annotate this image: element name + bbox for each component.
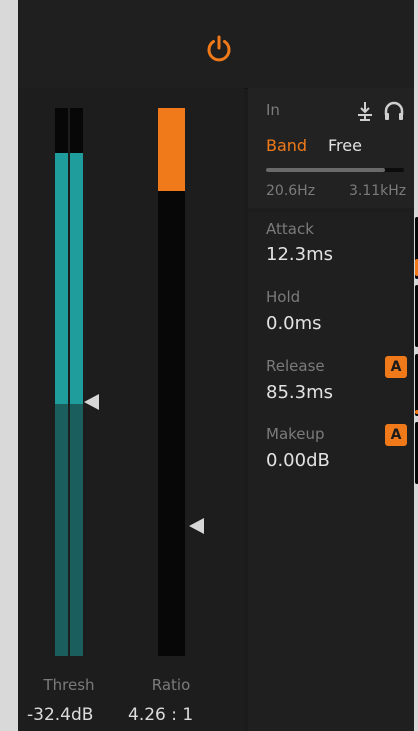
meter-channel-divider (68, 108, 70, 656)
frequency-range-fill (266, 168, 385, 172)
threshold-ratio-panel: Thresh Ratio -32.4dB 4.26 : 1 (18, 88, 244, 731)
attack-label: Attack (266, 220, 314, 238)
headphones-button[interactable] (383, 100, 405, 122)
ratio-label: Ratio (151, 676, 191, 694)
release-value[interactable]: 85.3ms (266, 382, 333, 403)
band-section: In Band Free 20.6Hz 3.11kHz (248, 88, 414, 208)
header-bar (18, 0, 414, 89)
makeup-value[interactable]: 0.00dB (266, 450, 330, 471)
ratio-handle[interactable] (189, 518, 204, 534)
compressor-plugin: Thresh Ratio -32.4dB 4.26 : 1 In Band Fr… (18, 0, 418, 731)
tab-band[interactable]: Band (266, 136, 307, 155)
headphones-icon (384, 101, 404, 120)
ratio-slider[interactable] (158, 108, 185, 656)
dynamics-controls: Attack 12.3ms Hold 0.0ms Release 85.3ms … (248, 212, 418, 731)
threshold-meter[interactable] (55, 108, 83, 656)
threshold-handle[interactable] (84, 394, 99, 410)
hold-label: Hold (266, 288, 301, 306)
makeup-label: Makeup (266, 425, 325, 443)
threshold-value[interactable]: -32.4dB (27, 705, 93, 725)
hold-value[interactable]: 0.0ms (266, 313, 322, 334)
tab-free[interactable]: Free (328, 136, 362, 155)
power-icon (207, 35, 231, 62)
frequency-low-value[interactable]: 20.6Hz (266, 183, 315, 199)
right-panel: In Band Free 20.6Hz 3.11kHz Attack 12.3m… (248, 88, 418, 731)
frequency-high-value[interactable]: 3.11kHz (349, 183, 406, 199)
listen-pin-icon (358, 102, 372, 121)
power-button[interactable] (204, 33, 234, 65)
threshold-label: Thresh (43, 676, 95, 694)
ratio-value[interactable]: 4.26 : 1 (128, 705, 193, 725)
release-label: Release (266, 357, 325, 375)
release-auto-button[interactable]: A (385, 356, 407, 378)
frequency-range-slider[interactable] (266, 168, 404, 172)
ratio-slider-fill (158, 108, 185, 191)
attack-value[interactable]: 12.3ms (266, 244, 333, 265)
listen-pin-button[interactable] (354, 100, 376, 122)
input-label: In (266, 101, 280, 119)
makeup-auto-button[interactable]: A (385, 424, 407, 446)
